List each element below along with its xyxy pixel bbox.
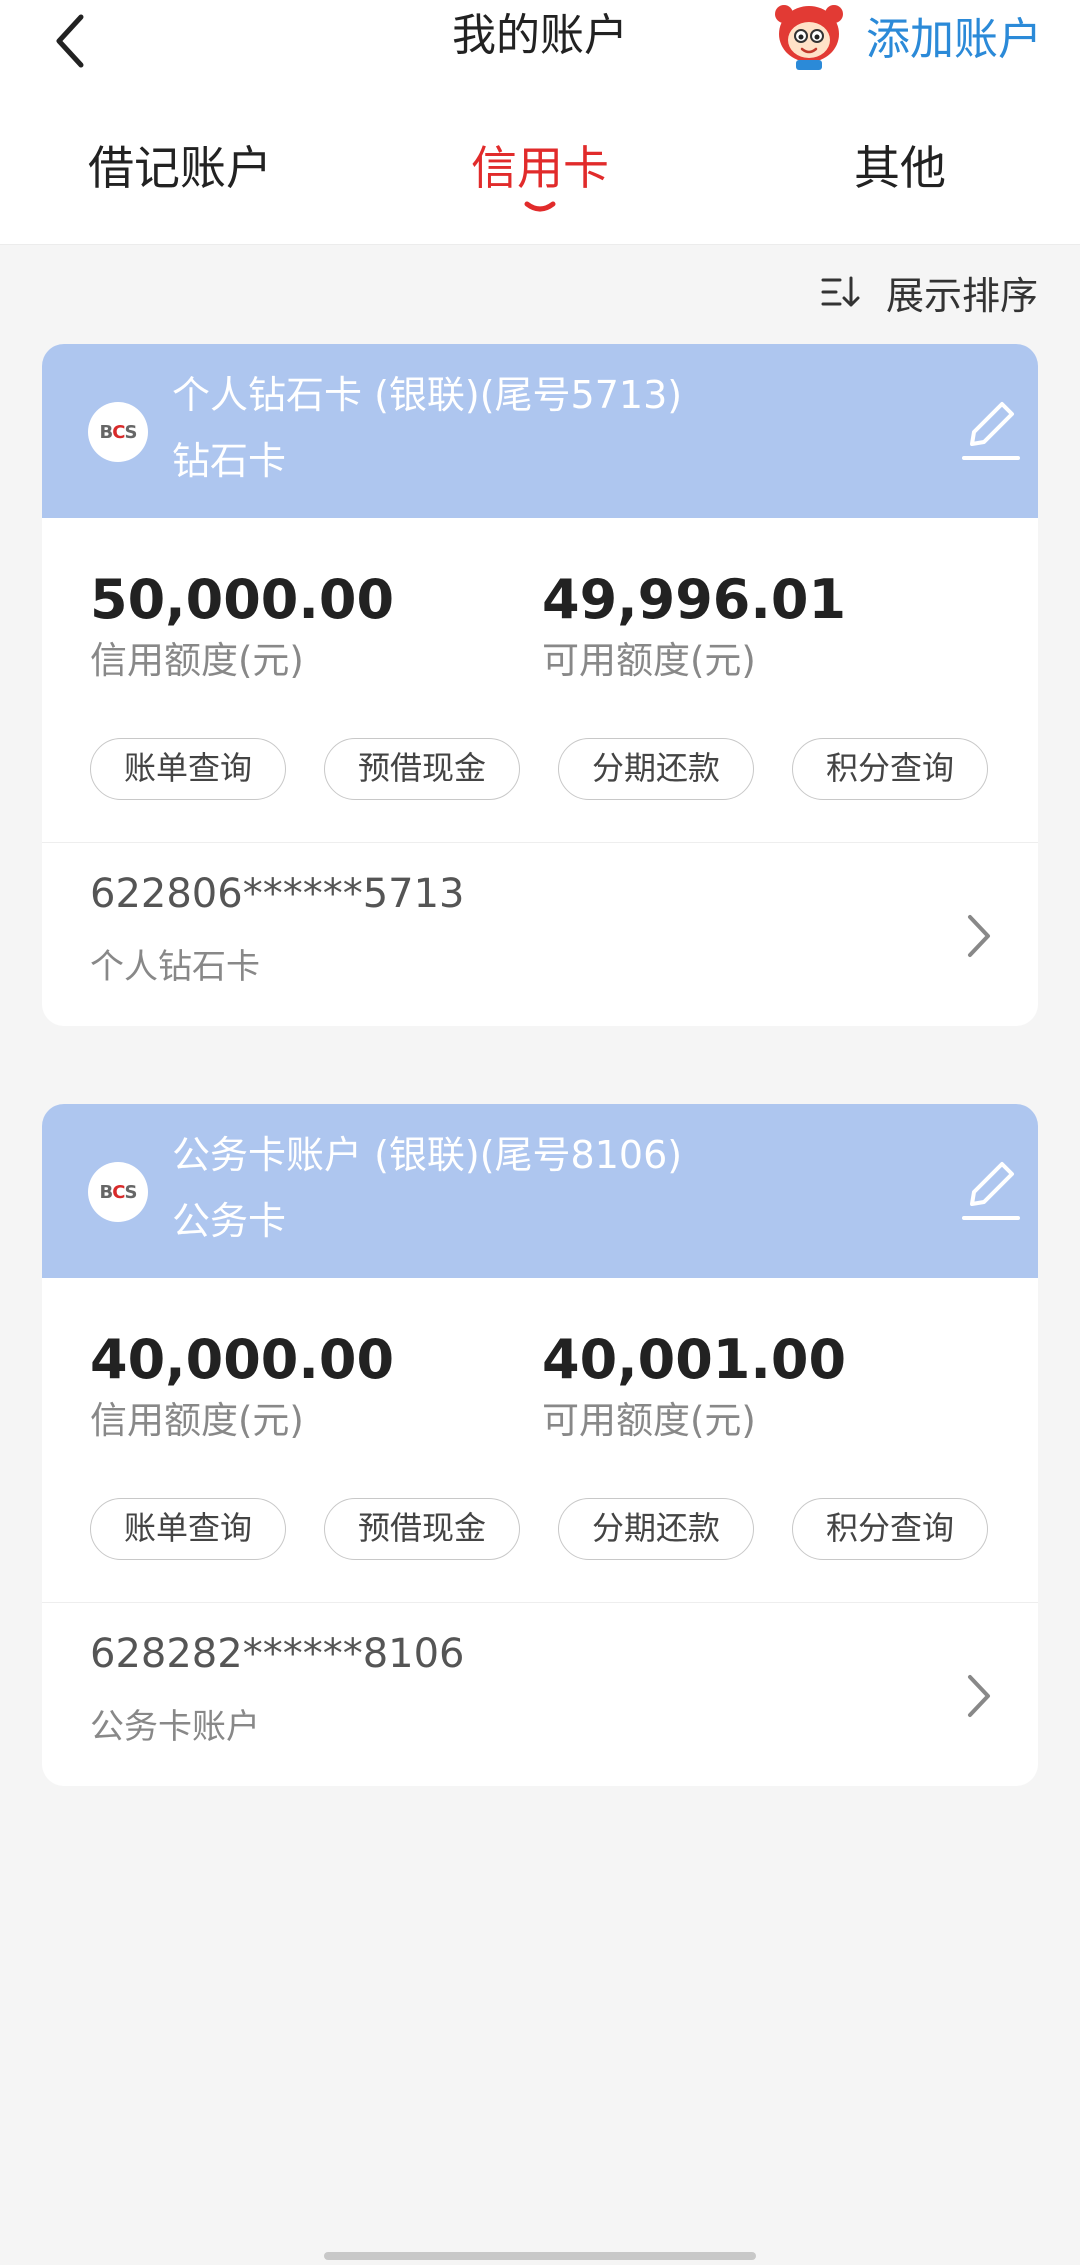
sort-button[interactable]: 展示排序 (820, 262, 1038, 322)
tab-credit-card[interactable]: 信用卡 (420, 138, 660, 198)
available-limit-label: 可用额度(元) (542, 639, 756, 682)
bill-query-button[interactable]: 账单查询 (90, 738, 286, 800)
card-amounts: 50,000.00 信用额度(元) 49,996.01 可用额度(元) (42, 518, 1038, 718)
tab-debit[interactable]: 借记账户 (60, 138, 300, 198)
card-type: 公务卡 (172, 1199, 287, 1243)
active-tab-indicator (524, 201, 556, 212)
chevron-right-icon (968, 915, 990, 957)
card-actions: 账单查询 预借现金 分期还款 积分查询 (42, 1478, 1038, 1602)
available-limit: 40,001.00 可用额度(元) (542, 1328, 846, 1446)
credit-card-item: BCS 公务卡账户 (银联)(尾号8106) 公务卡 40,000.00 信用额… (42, 1104, 1038, 1786)
tab-bar: 借记账户 信用卡 其他 (0, 118, 1080, 228)
add-account-button[interactable]: 添加账户 (770, 0, 1042, 70)
pencil-icon[interactable] (958, 396, 1024, 466)
card-actions: 账单查询 预借现金 分期还款 积分查询 (42, 718, 1038, 842)
credit-limit-value: 40,000.00 (90, 1328, 395, 1391)
tab-other[interactable]: 其他 (780, 138, 1020, 198)
bill-query-button[interactable]: 账单查询 (90, 1498, 286, 1560)
available-limit-value: 40,001.00 (542, 1328, 847, 1391)
installment-button[interactable]: 分期还款 (558, 1498, 754, 1560)
cash-advance-button[interactable]: 预借现金 (324, 1498, 520, 1560)
installment-button[interactable]: 分期还款 (558, 738, 754, 800)
cash-advance-button[interactable]: 预借现金 (324, 738, 520, 800)
card-amounts: 40,000.00 信用额度(元) 40,001.00 可用额度(元) (42, 1278, 1038, 1478)
sort-label: 展示排序 (885, 273, 1038, 318)
available-limit-value: 49,996.01 (542, 568, 847, 631)
card-name: 公务卡账户 (银联)(尾号8106) (172, 1133, 683, 1177)
points-query-button[interactable]: 积分查询 (792, 1498, 988, 1560)
card-type: 钻石卡 (172, 439, 287, 483)
credit-card-item: BCS 个人钻石卡 (银联)(尾号5713) 钻石卡 50,000.00 信用额… (42, 344, 1038, 1026)
credit-limit-value: 50,000.00 (90, 568, 395, 631)
credit-limit: 40,000.00 信用额度(元) (90, 1328, 394, 1446)
pencil-icon[interactable] (958, 1156, 1024, 1226)
card-detail-row[interactable]: 622806******5713 个人钻石卡 (42, 842, 1038, 1026)
card-subtitle: 个人钻石卡 (90, 947, 260, 987)
card-number: 622806******5713 (90, 871, 465, 917)
points-query-button[interactable]: 积分查询 (792, 738, 988, 800)
card-number: 628282******8106 (90, 1631, 465, 1677)
card-subtitle: 公务卡账户 (90, 1707, 260, 1747)
credit-limit: 50,000.00 信用额度(元) (90, 568, 394, 686)
credit-limit-label: 信用额度(元) (90, 1399, 304, 1442)
chevron-right-icon (968, 1675, 990, 1717)
bcs-logo-icon: BCS (88, 1162, 148, 1222)
sort-icon (821, 276, 860, 307)
add-account-label: 添加账户 (866, 14, 1042, 65)
credit-limit-label: 信用额度(元) (90, 639, 304, 682)
home-indicator[interactable] (324, 2252, 756, 2260)
available-limit: 49,996.01 可用额度(元) (542, 568, 846, 686)
top-bar: 我的账户 添加账户 借记账户 信用卡 其他 (0, 0, 1080, 245)
card-header: BCS 个人钻石卡 (银联)(尾号5713) 钻石卡 (42, 344, 1038, 518)
card-name: 个人钻石卡 (银联)(尾号5713) (172, 373, 683, 417)
mascot-icon (775, 5, 843, 70)
available-limit-label: 可用额度(元) (542, 1399, 756, 1442)
card-detail-row[interactable]: 628282******8106 公务卡账户 (42, 1602, 1038, 1786)
bcs-logo-icon: BCS (88, 402, 148, 462)
card-header: BCS 公务卡账户 (银联)(尾号8106) 公务卡 (42, 1104, 1038, 1278)
